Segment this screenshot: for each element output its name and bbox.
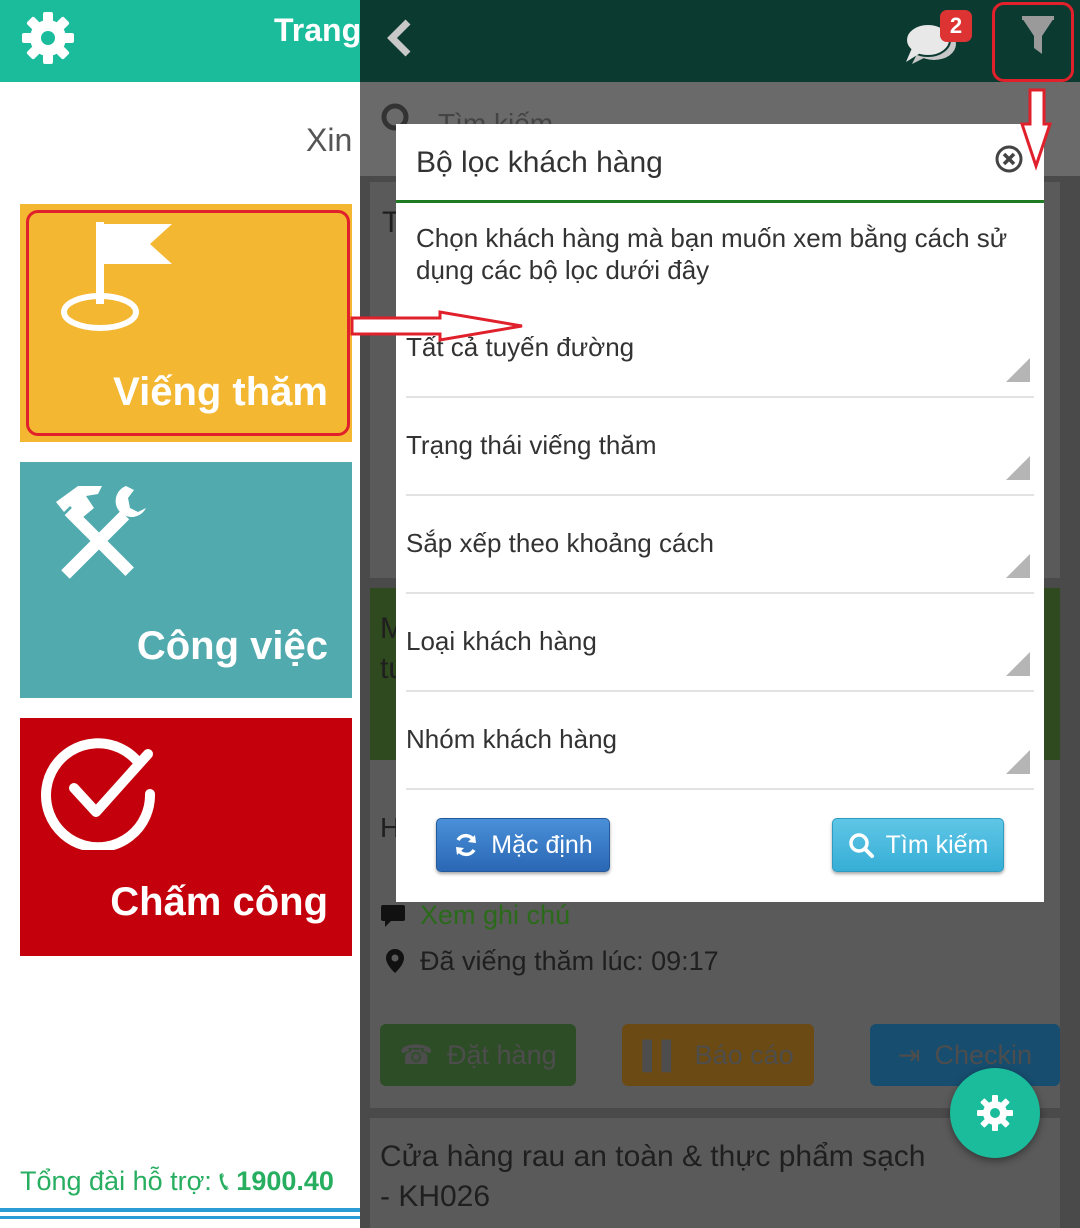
divider <box>396 200 1044 203</box>
phone-icon: 📞︎ <box>219 1166 229 1196</box>
close-icon[interactable] <box>994 144 1024 174</box>
dropdown-caret-icon <box>1006 750 1030 774</box>
tile-work[interactable]: Công việc <box>20 462 352 698</box>
tile-visit[interactable]: Viếng thăm <box>20 204 352 442</box>
gear-icon[interactable] <box>18 8 78 68</box>
check-circle-icon <box>41 738 156 850</box>
dialog-title: Bộ lọc khách hàng <box>416 146 663 179</box>
search-icon <box>848 833 874 858</box>
flag-icon <box>61 222 172 331</box>
tile-label: Chấm công <box>110 880 328 924</box>
divider <box>0 1216 360 1219</box>
tile-label: Công việc <box>136 624 328 668</box>
select-value: Loại khách hàng <box>406 626 597 656</box>
sign-in-icon: ⇥ <box>897 1039 921 1070</box>
order-button-label: Đặt hàng <box>447 1039 557 1070</box>
notification-badge: 2 <box>940 10 972 42</box>
map-marker-icon <box>386 949 404 973</box>
customer-list-header: 2 <box>360 0 1080 82</box>
divider <box>0 1208 360 1212</box>
route-select[interactable]: Tất cả tuyến đường <box>406 314 1034 398</box>
reset-default-button[interactable]: Mặc định <box>436 818 610 872</box>
support-hotline[interactable]: Tổng đài hỗ trợ: 📞︎ 1900.40 <box>20 1166 334 1198</box>
order-button[interactable]: ☎ Đặt hàng <box>380 1024 576 1086</box>
page-title: Trang <box>274 12 360 48</box>
report-button[interactable]: ▌▌ Báo cáo <box>622 1024 814 1086</box>
visit-status: Đã viếng thăm lúc: 09:17 <box>420 946 719 976</box>
select-value: Trạng thái viếng thăm <box>406 430 657 460</box>
select-value: Nhóm khách hàng <box>406 724 618 754</box>
gear-icon <box>977 1095 1013 1131</box>
comment-icon <box>381 905 405 927</box>
annotation-highlight-box <box>992 2 1074 82</box>
refresh-icon <box>456 833 477 857</box>
home-menu-panel: Trang Xin Viếng thăm Công việc Chấm công <box>0 0 360 1228</box>
select-value: Sắp xếp theo khoảng cách <box>406 528 714 558</box>
dropdown-caret-icon <box>1006 554 1030 578</box>
customer-code: - KH026 <box>380 1180 491 1213</box>
note-link[interactable]: Xem ghi chú <box>420 900 570 931</box>
bar-chart-icon: ▌▌ <box>642 1039 681 1070</box>
dropdown-caret-icon <box>1006 358 1030 382</box>
greeting-text: Xin <box>306 122 353 158</box>
phone-icon: ☎ <box>399 1039 434 1070</box>
dropdown-caret-icon <box>1006 456 1030 480</box>
sort-select[interactable]: Sắp xếp theo khoảng cách <box>406 510 1034 594</box>
settings-fab-button[interactable] <box>950 1068 1040 1158</box>
home-header: Trang <box>0 0 360 82</box>
customer-filter-dialog: Bộ lọc khách hàng Chọn khách hàng mà bạn… <box>396 124 1044 902</box>
customer-group-select[interactable]: Nhóm khách hàng <box>406 706 1034 790</box>
search-button[interactable]: Tìm kiếm <box>832 818 1004 872</box>
select-value: Tất cả tuyến đường <box>406 332 635 362</box>
tile-label: Viếng thăm <box>113 370 328 414</box>
tools-icon <box>56 486 146 579</box>
reset-button-label: Mặc định <box>491 830 593 859</box>
customer-title: Cửa hàng rau an toàn & thực phẩm sạch <box>380 1140 926 1173</box>
tile-timekeeping[interactable]: Chấm công <box>20 718 352 956</box>
visit-status-select[interactable]: Trạng thái viếng thăm <box>406 412 1034 496</box>
customer-type-select[interactable]: Loại khách hàng <box>406 608 1034 692</box>
report-button-label: Báo cáo <box>694 1039 794 1070</box>
checkin-button-label: Checkin <box>934 1039 1033 1070</box>
support-label: Tổng đài hỗ trợ: <box>20 1166 212 1196</box>
dropdown-caret-icon <box>1006 652 1030 676</box>
support-phone[interactable]: 1900.40 <box>236 1166 334 1196</box>
checkin-button[interactable]: ⇥ Checkin <box>870 1024 1060 1086</box>
search-button-label: Tìm kiếm <box>885 830 989 859</box>
chevron-left-icon[interactable] <box>384 18 414 58</box>
dialog-description: Chọn khách hàng mà bạn muốn xem bằng các… <box>416 223 1008 285</box>
